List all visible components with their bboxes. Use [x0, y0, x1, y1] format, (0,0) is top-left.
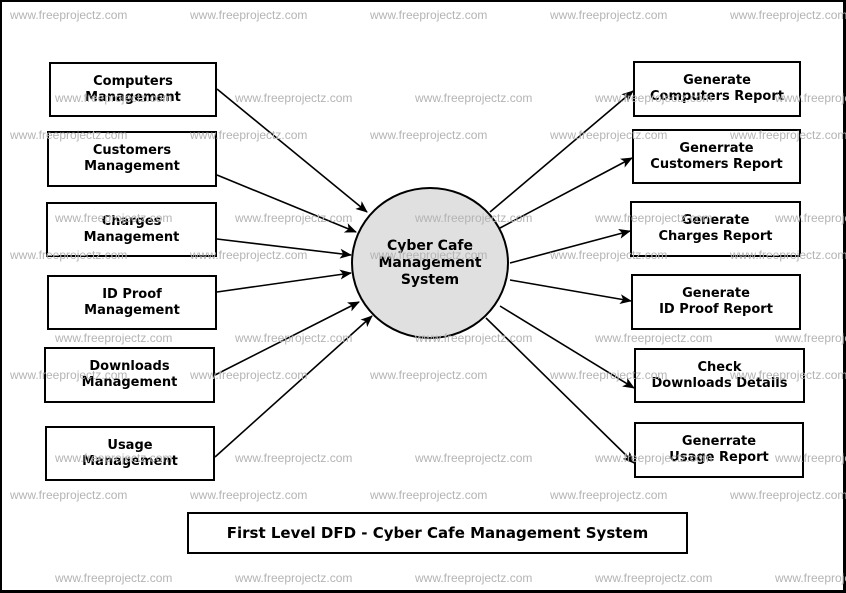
entity-label-line: ID Proof Report: [659, 302, 773, 317]
flow-arrow-customers-management-to-process: [216, 174, 357, 233]
entity-label-line: Downloads: [89, 359, 170, 374]
flow-arrow-process-to-generate-computers-report: [489, 90, 634, 213]
entity-label-line: Generate: [682, 286, 750, 301]
flow-arrow-process-to-generrate-customers-report: [499, 157, 633, 229]
process-label-line: Management: [378, 254, 482, 271]
flow-arrow-downloads-management-to-process: [214, 301, 360, 376]
entity-label-line: ID Proof: [102, 286, 162, 302]
entity-label-line: Computers Report: [650, 89, 784, 104]
diagram-title: First Level DFD - Cyber Cafe Management …: [187, 512, 688, 554]
entity-label-line: Check: [697, 359, 742, 375]
entity-label-line: Customers Report: [650, 156, 783, 172]
process-label-line: System: [400, 271, 460, 288]
entity-check-downloads-details[interactable]: Check Downloads Details: [634, 348, 805, 403]
entity-label-line: Charges Report: [658, 229, 773, 244]
entity-charges-management[interactable]: Charges Management: [46, 202, 217, 257]
process-label-line: Cyber Cafe: [386, 237, 473, 254]
flow-arrow-process-to-generate-id-proof-report: [509, 279, 632, 305]
entity-downloads-management[interactable]: Downloads Management: [44, 347, 215, 403]
entity-label-line: Charges: [101, 213, 162, 229]
entity-usage-management[interactable]: Usage Management: [45, 426, 215, 481]
entity-id-proof-management[interactable]: ID Proof Management: [47, 275, 217, 330]
entity-generate-computers-report[interactable]: Generate Computers Report: [633, 61, 801, 117]
entity-label-line: Management: [82, 453, 178, 469]
entity-generate-charges-report[interactable]: Generate Charges Report: [630, 201, 801, 257]
entity-label-line: Management: [84, 302, 180, 318]
entity-label-line: Generate: [683, 73, 751, 88]
flow-arrow-computers-management-to-process: [216, 88, 368, 213]
flow-arrow-usage-management-to-process: [214, 315, 373, 458]
entity-label-line: Generrate: [681, 434, 757, 449]
entity-label-line: Computers: [93, 73, 173, 89]
entity-label-line: Usage: [107, 437, 153, 453]
flow-arrow-process-to-check-downloads-details: [499, 305, 635, 389]
entity-generrate-customers-report[interactable]: Generrate Customers Report: [632, 129, 801, 184]
entity-generate-id-proof-report[interactable]: Generate ID Proof Report: [631, 274, 801, 330]
entity-label-line: Usage Report: [669, 450, 769, 465]
entity-label-line: Generate: [681, 213, 750, 228]
entity-computers-management[interactable]: Computers Management: [49, 62, 217, 117]
flow-arrow-id-proof-management-to-process: [216, 269, 352, 293]
flow-arrow-charges-management-to-process: [216, 238, 352, 259]
entity-customers-management[interactable]: Customers Management: [47, 131, 217, 187]
entity-label-line: Downloads Details: [651, 375, 788, 391]
entity-label-line: Customers: [92, 143, 172, 158]
flow-arrow-process-to-generrate-usage-report: [485, 317, 635, 464]
entity-label-line: Generrate: [679, 140, 754, 156]
process-cyber-cafe-management-system[interactable]: Cyber Cafe Management System: [351, 187, 509, 339]
entity-label-line: Management: [84, 159, 180, 174]
entity-label-line: Management: [83, 229, 180, 245]
flow-arrow-process-to-generate-charges-report: [509, 229, 631, 264]
entity-label-line: Management: [85, 89, 181, 105]
entity-label-line: Management: [81, 375, 178, 390]
entity-generrate-usage-report[interactable]: Generrate Usage Report: [634, 422, 804, 478]
